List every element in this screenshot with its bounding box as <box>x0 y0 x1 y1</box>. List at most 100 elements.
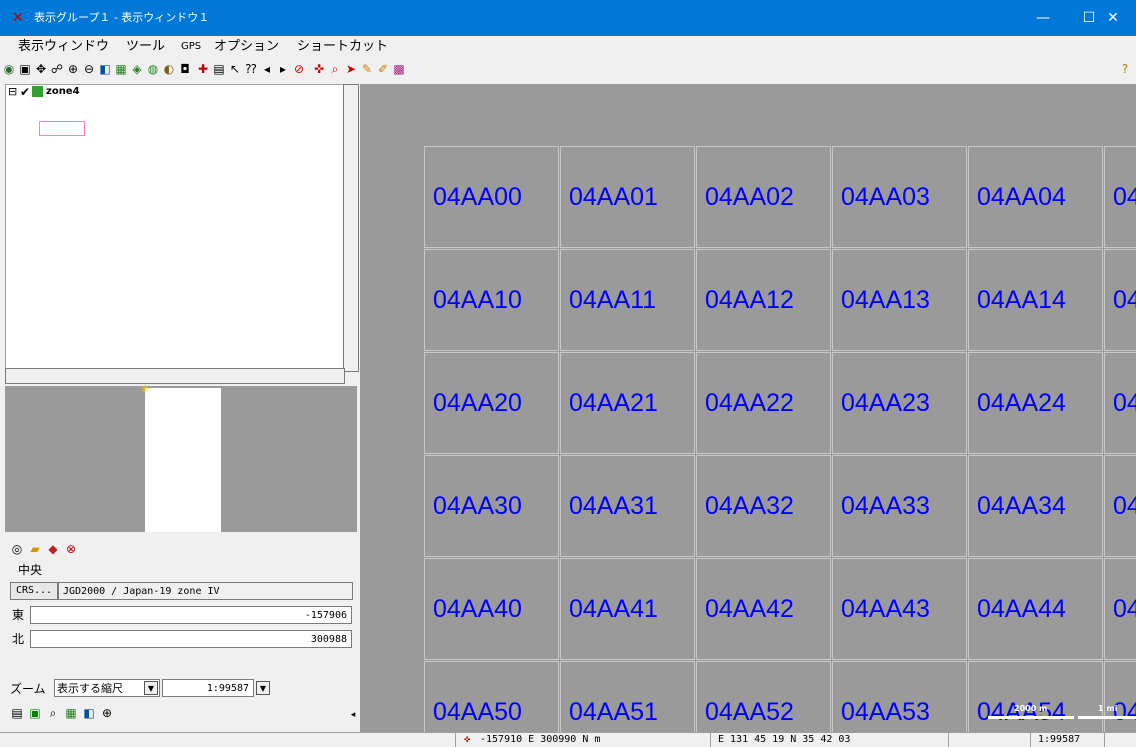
camera-icon[interactable]: ◘ <box>178 62 192 76</box>
map-tile-label: 04AA01 <box>569 183 658 211</box>
zoom-box-icon[interactable]: ◧ <box>98 62 112 76</box>
east-input[interactable]: -157906 <box>30 606 352 624</box>
menu-view-window[interactable]: 表示ウィンドウ <box>18 38 109 56</box>
left-panel: ⊟ ✔ zone4 ✳ ◎ ▰ ◆ ⊗ 中央 CRS... JGD2000 / … <box>0 84 360 732</box>
status-geographic-coords: E 131 45 19 N 35 42 03 <box>718 734 851 745</box>
map-tile-label: 04AA53 <box>841 698 930 726</box>
zoom-mode-dropdown-arrow[interactable]: ▼ <box>144 681 158 695</box>
panel-scroll-left-icon[interactable]: ◂ <box>346 708 360 722</box>
tree-horizontal-scrollbar[interactable] <box>5 368 345 384</box>
locate-icon[interactable]: ◎ <box>10 542 24 556</box>
overview-locator-icon: ✳ <box>140 382 151 396</box>
map-tile: 04AA00 <box>424 146 559 248</box>
chart-icon[interactable]: ▩ <box>392 62 406 76</box>
map-tile: 04AA52 <box>696 661 831 732</box>
crosshair-icon[interactable]: ✜ <box>312 62 326 76</box>
layers-icon[interactable]: ◈ <box>130 62 144 76</box>
map-tile: 04AA44 <box>968 558 1103 660</box>
map-tile: 04AA42 <box>696 558 831 660</box>
layer-name[interactable]: zone4 <box>46 86 80 98</box>
map-tile-label: 04AA42 <box>705 595 794 623</box>
folder-icon[interactable]: ▰ <box>28 542 42 556</box>
pointer-icon[interactable]: ➤ <box>344 62 358 76</box>
grid-icon[interactable]: ▦ <box>114 62 128 76</box>
map-tile: 04AA25 <box>1104 352 1136 454</box>
marker-icon[interactable]: ◆ <box>46 542 60 556</box>
map-tile-label: 04AA04 <box>977 183 1066 211</box>
query-icon[interactable]: ⁇ <box>244 62 258 76</box>
layer-type-icon <box>32 86 43 97</box>
zoom-out-icon[interactable]: ⊖ <box>82 62 96 76</box>
close-button[interactable]: ✕ <box>1090 0 1136 36</box>
map-view[interactable]: 04AA00 04AA01 04AA02 04AA03 04AA04 04AA05 04AA… <box>360 84 1136 732</box>
map-tile: 04AA31 <box>560 455 695 557</box>
forward-icon[interactable]: ▸ <box>276 62 290 76</box>
status-projected-coords: -157910 E 300990 N m <box>480 734 601 745</box>
map-tile-label: 04AA41 <box>569 595 658 623</box>
overview-map[interactable]: ✳ <box>5 382 357 532</box>
map-tile: 04AA35 <box>1104 455 1136 557</box>
image-icon[interactable]: ▦ <box>64 706 78 720</box>
map-tile: 04AA24 <box>968 352 1103 454</box>
edit-icon[interactable]: ✐ <box>376 62 390 76</box>
app-icon: ✕ <box>12 10 24 26</box>
status-bar: ✜ -157910 E 300990 N m E 131 45 19 N 35 … <box>0 732 1136 747</box>
map-tile-label: 04AA14 <box>977 286 1066 314</box>
back-icon[interactable]: ◂ <box>260 62 274 76</box>
full-extent-icon[interactable]: ▣ <box>18 62 32 76</box>
menu-gps[interactable]: GPS <box>181 38 201 56</box>
redraw-icon[interactable]: ◉ <box>2 62 16 76</box>
clear-icon[interactable]: ⊗ <box>64 542 78 556</box>
map-tile: 04AA02 <box>696 146 831 248</box>
map-tile: 04AA53 <box>832 661 967 732</box>
palette-icon[interactable]: ◐ <box>162 62 176 76</box>
select-icon[interactable]: ▤ <box>212 62 226 76</box>
layer-checkbox[interactable]: ✔ <box>20 86 30 98</box>
map-tile-label: 04AA00 <box>433 183 522 211</box>
collapse-icon[interactable]: ⊟ <box>8 86 17 98</box>
zoom-in-icon[interactable]: ⊕ <box>66 62 80 76</box>
map-tile: 04AA10 <box>424 249 559 351</box>
menu-shortcuts[interactable]: ショートカット <box>297 38 388 56</box>
zoom-scale-select[interactable]: 1:99587 <box>162 679 254 697</box>
minimize-button[interactable]: — <box>1020 0 1066 36</box>
map-tile: 04AA50 <box>424 661 559 732</box>
map-tile: 04AA33 <box>832 455 967 557</box>
menu-tools[interactable]: ツール <box>126 38 165 56</box>
measure-icon[interactable]: ↖ <box>228 62 242 76</box>
pencil-icon[interactable]: ✎ <box>360 62 374 76</box>
help-icon[interactable]: ? <box>1118 62 1132 76</box>
map-tile: 04AA22 <box>696 352 831 454</box>
map-tile: 04AA03 <box>832 146 967 248</box>
tree-vertical-scrollbar[interactable] <box>343 84 359 372</box>
crs-field: JGD2000 / Japan-19 zone IV <box>58 582 353 600</box>
menu-options[interactable]: オプション <box>214 38 279 56</box>
title-bar: ✕ 表示グループ１ - 表示ウィンドウ１ — ☐ ✕ <box>0 0 1136 36</box>
table-icon[interactable]: ▤ <box>10 706 24 720</box>
north-label: 北 <box>12 632 25 646</box>
center-group-label: 中央 <box>18 563 43 577</box>
search-icon[interactable]: ⌕ <box>46 706 60 720</box>
globe-icon[interactable]: ◍ <box>146 62 160 76</box>
zoom-layer-icon[interactable]: ⊕ <box>100 706 114 720</box>
zoom-region-icon[interactable]: ◧ <box>82 706 96 720</box>
map-tile: 04AA01 <box>560 146 695 248</box>
crs-button[interactable]: CRS... <box>10 582 58 600</box>
map-tile-label: 04AA24 <box>977 389 1066 417</box>
pan-icon[interactable]: ✥ <box>34 62 48 76</box>
map-tile: 04AA32 <box>696 455 831 557</box>
map-tile-label: 04AA52 <box>705 698 794 726</box>
toolbar: ◉ ▣ ✥ ☍ ⊕ ⊖ ◧ ▦ ◈ ◍ ◐ ◘ ✚ ▤ ↖ ⁇ ◂ ▸ ⊘ ✜ … <box>0 58 1136 84</box>
window-icon[interactable]: ▣ <box>28 706 42 720</box>
stop-icon[interactable]: ⊘ <box>292 62 306 76</box>
map-tile-label: 04AA12 <box>705 286 794 314</box>
north-input[interactable]: 300988 <box>30 630 352 648</box>
add-layer-icon[interactable]: ✚ <box>196 62 210 76</box>
zoom-scale-dropdown-arrow[interactable]: ▼ <box>256 681 270 695</box>
magnify-icon[interactable]: ⌕ <box>328 62 342 76</box>
map-tile-label: 04AA31 <box>569 492 658 520</box>
group-icon[interactable]: ☍ <box>50 62 64 76</box>
map-tile: 04AA41 <box>560 558 695 660</box>
map-tile: 04AA34 <box>968 455 1103 557</box>
map-tile: 04AA04 <box>968 146 1103 248</box>
